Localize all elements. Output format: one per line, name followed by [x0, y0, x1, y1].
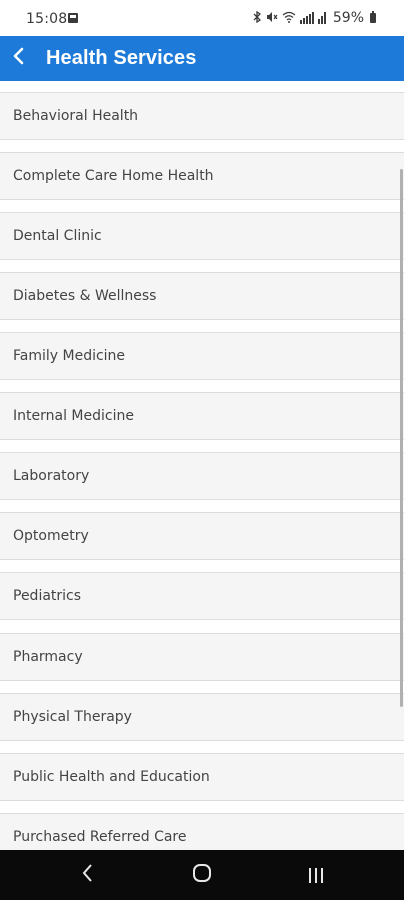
home-icon: [192, 863, 212, 888]
battery-percent: 59%: [332, 10, 364, 26]
list-item-label: Optometry: [13, 528, 89, 544]
app-bar: Health Services: [0, 36, 404, 81]
list-item-label: Laboratory: [13, 468, 90, 484]
list-item-internal-medicine[interactable]: Internal Medicine: [0, 392, 404, 440]
list-item-physical-therapy[interactable]: Physical Therapy: [0, 693, 404, 741]
list-item-label: Public Health and Education: [13, 769, 210, 785]
gallery-icon: [68, 13, 78, 23]
list-item-label: Purchased Referred Care: [13, 829, 187, 845]
list-item-behavioral-health[interactable]: Behavioral Health: [0, 92, 404, 140]
list-item-label: Pharmacy: [13, 649, 83, 665]
nav-back-button[interactable]: [58, 850, 118, 900]
list-item-label: Internal Medicine: [13, 408, 134, 424]
list-item-label: Complete Care Home Health: [13, 168, 214, 184]
list-item-pharmacy[interactable]: Pharmacy: [0, 633, 404, 681]
chevron-left-icon: [12, 47, 24, 70]
list-item-dental-clinic[interactable]: Dental Clinic: [0, 212, 404, 260]
signal-icon: [299, 12, 314, 24]
list-item-laboratory[interactable]: Laboratory: [0, 452, 404, 500]
services-list[interactable]: Behavioral Health Complete Care Home Hea…: [0, 81, 404, 850]
list-item-label: Behavioral Health: [13, 108, 139, 124]
list-item-label: Physical Therapy: [13, 709, 132, 725]
list-item-purchased-referred-care[interactable]: Purchased Referred Care: [0, 813, 404, 850]
nav-home-button[interactable]: [172, 850, 232, 900]
list-item-optometry[interactable]: Optometry: [0, 512, 404, 560]
nav-back-icon: [82, 863, 94, 888]
system-nav-bar: [0, 850, 404, 900]
signal-icon-2: [317, 12, 326, 24]
bluetooth-icon: [253, 10, 262, 26]
nav-recents-button[interactable]: [286, 850, 346, 900]
list-item-public-health-education[interactable]: Public Health and Education: [0, 753, 404, 801]
page-title: Health Services: [46, 47, 197, 69]
mute-icon: [266, 11, 278, 26]
list-item-label: Diabetes & Wellness: [13, 288, 157, 304]
battery-icon: [370, 11, 376, 23]
scrollbar[interactable]: [400, 169, 403, 707]
list-item-label: Family Medicine: [13, 348, 126, 364]
status-icons: 59%: [253, 10, 376, 26]
status-time: 15:08: [26, 11, 68, 27]
recents-icon: [309, 867, 323, 883]
list-item-label: Dental Clinic: [13, 228, 102, 244]
list-item-label: Pediatrics: [13, 588, 82, 604]
list-item-diabetes-wellness[interactable]: Diabetes & Wellness: [0, 272, 404, 320]
list-item-complete-care-home-health[interactable]: Complete Care Home Health: [0, 152, 404, 200]
wifi-icon: [282, 11, 296, 26]
status-bar: 15:08 59%: [0, 0, 404, 36]
list-item-pediatrics[interactable]: Pediatrics: [0, 572, 404, 620]
list-item-family-medicine[interactable]: Family Medicine: [0, 332, 404, 380]
back-button[interactable]: [0, 36, 36, 81]
